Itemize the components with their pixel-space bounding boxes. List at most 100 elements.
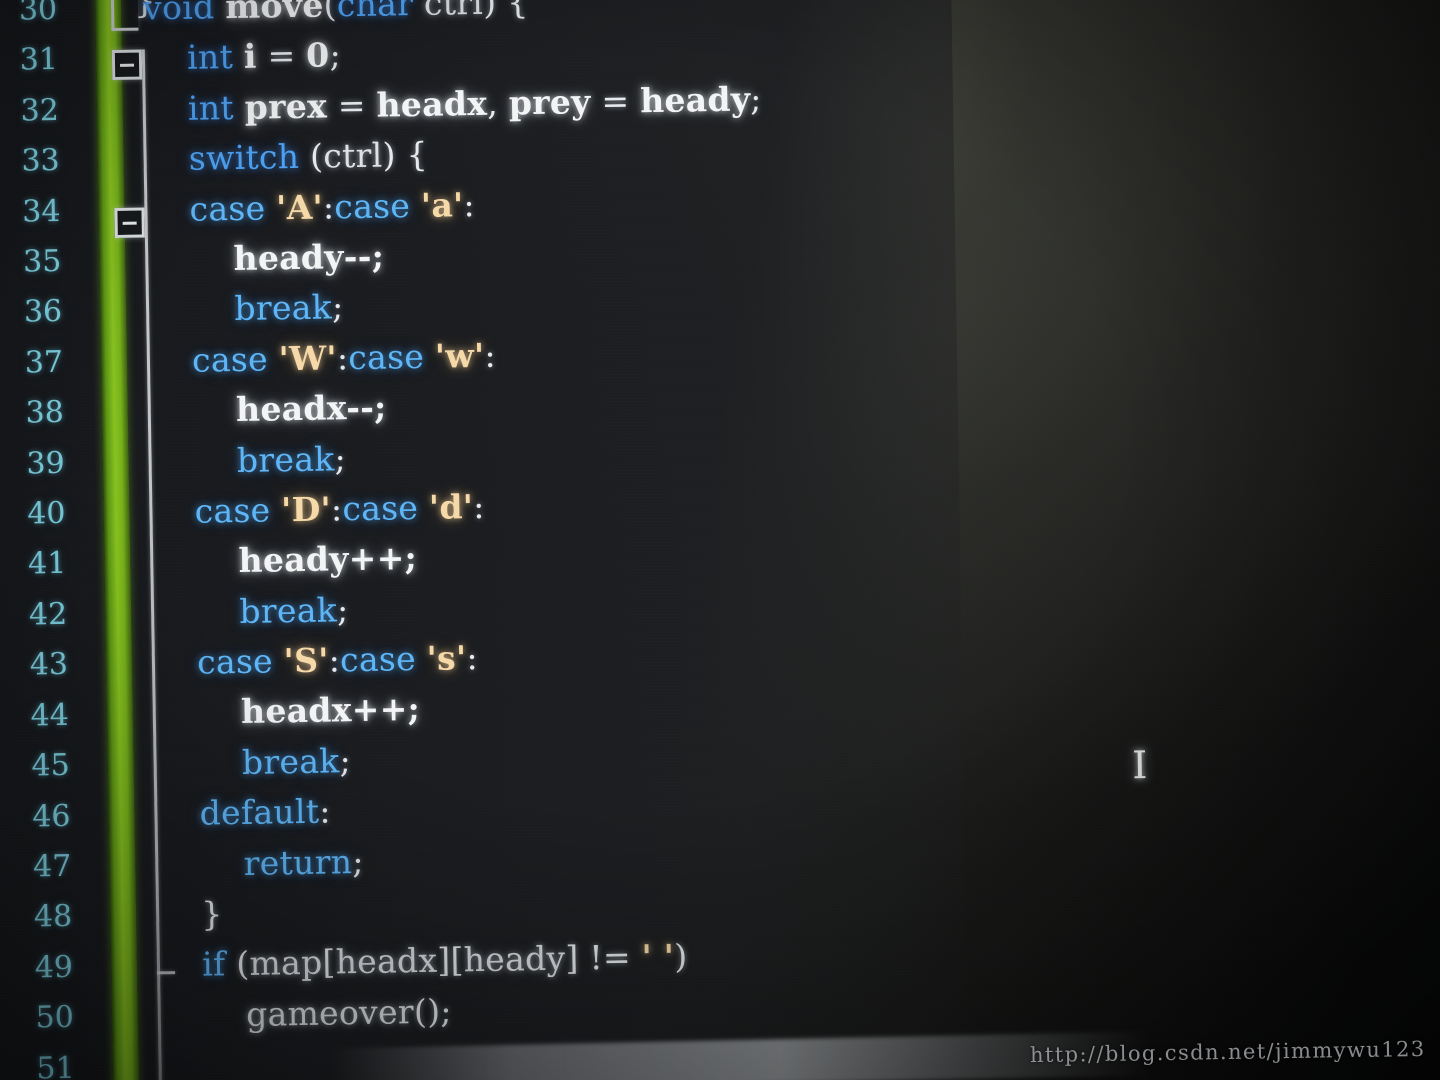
code-token: ) { — [482, 0, 529, 22]
line-number: 38 — [25, 395, 65, 431]
code-token: headx — [240, 690, 353, 732]
code-token: 'w' — [434, 335, 485, 376]
code-token: ( — [225, 944, 250, 984]
code-token: ][ — [437, 940, 465, 981]
code-token: (); — [413, 991, 453, 1031]
line-number: 42 — [28, 596, 68, 633]
line-number: 47 — [32, 848, 72, 885]
code-token: 0 — [305, 35, 330, 76]
code-token: 'd' — [428, 486, 474, 527]
line-number: 41 — [27, 546, 67, 582]
code-token: --; — [343, 236, 385, 277]
code-token: : — [330, 489, 343, 529]
line-number: 36 — [23, 294, 63, 330]
code-line[interactable]: if (map[headx][heady] != ' ') — [159, 931, 777, 992]
fold-toggle-switch-icon[interactable] — [114, 207, 145, 238]
code-token: } — [200, 894, 223, 934]
code-token: ) { — [382, 134, 429, 175]
code-token: 's' — [426, 638, 467, 678]
code-token: ( — [323, 0, 338, 25]
code-token: ; — [329, 35, 342, 75]
code-token: return — [243, 841, 353, 883]
code-token: : — [472, 486, 485, 526]
line-number: 35 — [22, 243, 62, 280]
code-token: move — [224, 0, 324, 27]
code-token: if — [201, 944, 226, 985]
fold-toggle-function-icon[interactable] — [111, 49, 143, 81]
code-token: headx — [376, 83, 488, 125]
code-token: gameover — [245, 991, 415, 1034]
code-token: ; — [351, 841, 365, 881]
line-number: 45 — [31, 747, 70, 784]
code-token: ++; — [348, 538, 418, 579]
code-token: case — [191, 339, 269, 380]
code-token: ] != — [565, 937, 642, 979]
code-token: = — [256, 36, 307, 77]
line-number: 51 — [36, 1050, 75, 1080]
code-token: break — [234, 287, 333, 329]
code-token: heady — [463, 939, 566, 980]
code-token: void — [142, 0, 215, 28]
code-token: break — [241, 741, 340, 782]
line-number: 32 — [20, 92, 60, 129]
code-token: prex — [244, 86, 328, 127]
code-token: prey — [508, 81, 591, 123]
line-number: 31 — [19, 42, 59, 78]
code-line[interactable]: int prex = headx, prey = heady; — [144, 74, 762, 135]
code-token: ' ' — [641, 937, 675, 977]
code-token: break — [239, 590, 338, 631]
code-token: ctrl — [423, 0, 484, 23]
line-number: 37 — [24, 344, 64, 381]
change-indicator-bar — [94, 0, 141, 1080]
line-number: 49 — [34, 949, 74, 986]
code-token: headx — [335, 941, 438, 982]
code-token: --; — [345, 387, 387, 428]
code-token: 'D' — [280, 489, 332, 530]
code-token: case — [334, 185, 411, 226]
code-text-area[interactable]: void move(char ctrl) { int i = 0; int pr… — [143, 0, 777, 1042]
code-token: : — [466, 638, 479, 678]
code-token: ++; — [351, 689, 421, 730]
code-token: : — [463, 184, 476, 224]
code-token: int — [186, 37, 234, 78]
code-token: default — [199, 791, 320, 833]
code-token: switch — [188, 137, 300, 178]
code-line[interactable]: gameover(); — [159, 981, 777, 1042]
code-token: ; — [334, 438, 347, 478]
code-token: [ — [322, 942, 336, 983]
line-number-gutter: 30 31 32 33 34 35 36 37 38 39 40 41 42 43 44 45 46 47 48 49… — [0, 0, 81, 1080]
code-editor: 30 31 32 33 34 35 36 37 38 39 40 41 42 43 44 45 46 47 48 49… — [0, 0, 1440, 1080]
code-token: map — [249, 943, 323, 984]
line-number: 44 — [30, 697, 70, 734]
code-token: ; — [339, 741, 352, 781]
code-token: , — [486, 83, 510, 123]
line-number: 40 — [26, 495, 66, 532]
code-token: 'a' — [420, 184, 464, 225]
code-token: ctrl — [322, 135, 383, 176]
code-token: char — [336, 0, 414, 25]
screen-photo: 30 31 32 33 34 35 36 37 38 39 40 41 42 43 44 45 46 47 48 49… — [0, 0, 1440, 1080]
